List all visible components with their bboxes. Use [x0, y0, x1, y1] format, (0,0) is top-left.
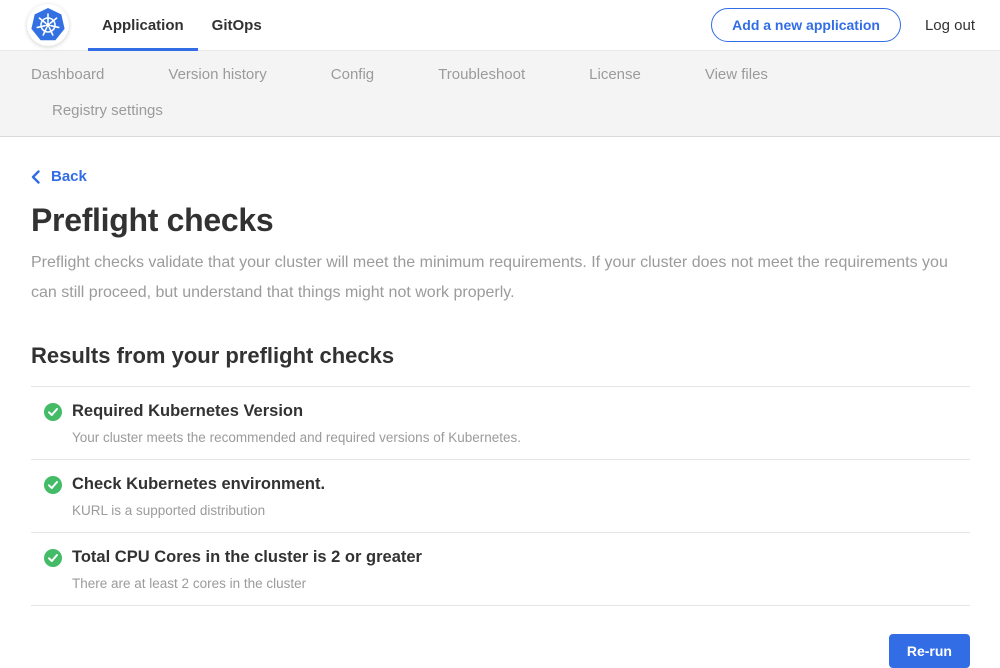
check-message: KURL is a supported distribution [72, 503, 970, 518]
preflight-check-row: Check Kubernetes environment. KURL is a … [31, 459, 970, 532]
top-navbar: Application GitOps Add a new application… [0, 0, 1000, 51]
check-message: There are at least 2 cores in the cluste… [72, 576, 970, 591]
check-message: Your cluster meets the recommended and r… [72, 430, 970, 445]
subnav-row-1: Dashboard Version history Config Trouble… [0, 61, 1000, 87]
subnav-row-2: Registry settings [0, 97, 1000, 123]
main-content: Back Preflight checks Preflight checks v… [0, 137, 1000, 668]
primary-nav-tabs: Application GitOps [88, 0, 276, 51]
check-head: Total CPU Cores in the cluster is 2 or g… [44, 548, 970, 567]
subnav-item-config[interactable]: Config [331, 66, 374, 83]
back-label: Back [51, 168, 87, 185]
navbar-right-group: Add a new application Log out [711, 8, 975, 42]
add-new-application-button[interactable]: Add a new application [711, 8, 901, 42]
subnav-item-dashboard[interactable]: Dashboard [31, 66, 104, 83]
tab-application[interactable]: Application [88, 0, 198, 51]
rerun-button[interactable]: Re-run [889, 634, 970, 668]
tab-gitops[interactable]: GitOps [198, 0, 276, 51]
subnav-item-license[interactable]: License [589, 66, 641, 83]
logout-link[interactable]: Log out [925, 17, 975, 34]
check-title: Required Kubernetes Version [72, 402, 303, 421]
check-circle-icon [44, 476, 62, 494]
page-description: Preflight checks validate that your clus… [31, 248, 970, 308]
subnav-item-troubleshoot[interactable]: Troubleshoot [438, 66, 525, 83]
kubernetes-helm-icon [28, 5, 68, 45]
back-link[interactable]: Back [31, 168, 87, 185]
subnav-item-view-files[interactable]: View files [705, 66, 768, 83]
kubernetes-logo [27, 4, 69, 46]
subnav-item-registry-settings[interactable]: Registry settings [52, 102, 163, 119]
check-circle-icon [44, 549, 62, 567]
preflight-check-row: Required Kubernetes Version Your cluster… [31, 386, 970, 459]
page-title: Preflight checks [31, 202, 970, 239]
preflight-results-list: Required Kubernetes Version Your cluster… [31, 386, 970, 606]
preflight-check-row: Total CPU Cores in the cluster is 2 or g… [31, 532, 970, 605]
app-subnav: Dashboard Version history Config Trouble… [0, 51, 1000, 137]
results-heading: Results from your preflight checks [31, 343, 970, 369]
footer-actions: Re-run [31, 634, 970, 668]
chevron-left-icon [31, 170, 40, 184]
subnav-item-version-history[interactable]: Version history [168, 66, 266, 83]
check-title: Check Kubernetes environment. [72, 475, 325, 494]
check-head: Required Kubernetes Version [44, 402, 970, 421]
check-head: Check Kubernetes environment. [44, 475, 970, 494]
check-circle-icon [44, 403, 62, 421]
check-title: Total CPU Cores in the cluster is 2 or g… [72, 548, 422, 567]
